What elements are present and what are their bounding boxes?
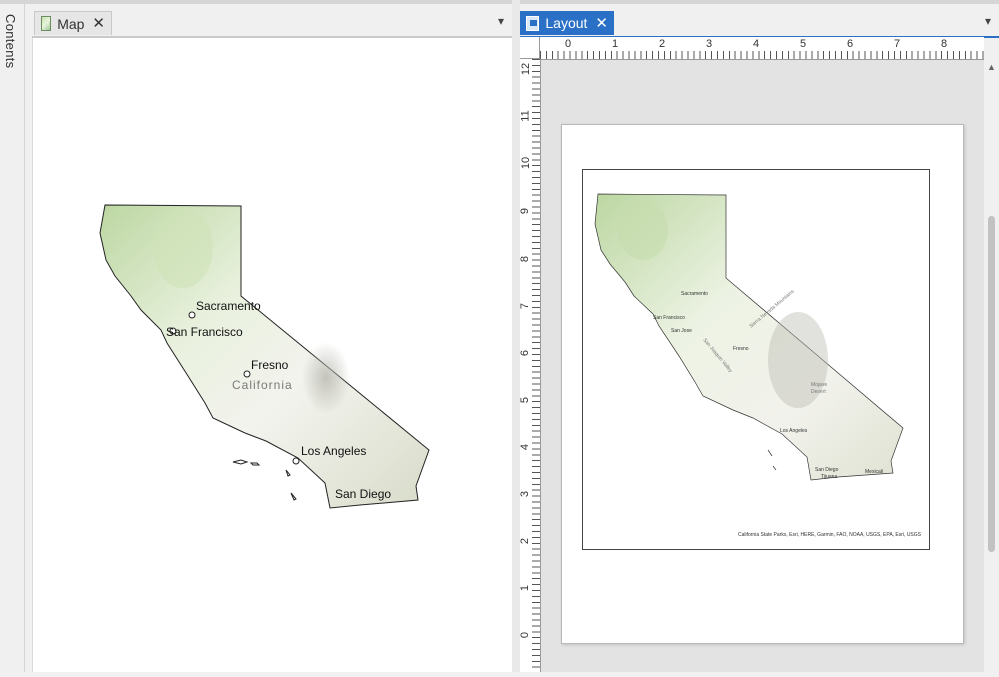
map-label: Sacramento bbox=[681, 291, 708, 297]
ruler-label: 8 bbox=[941, 38, 948, 50]
ruler-label: 5 bbox=[520, 396, 532, 404]
scrollbar-thumb[interactable] bbox=[988, 216, 995, 552]
layout-canvas[interactable]: Sacramento San Francisco San Jose Fresno… bbox=[541, 60, 985, 672]
ruler-label: 3 bbox=[706, 38, 713, 50]
tab-layout-label: Layout bbox=[545, 15, 588, 31]
ruler-label: 3 bbox=[520, 490, 532, 498]
ruler-label: 2 bbox=[520, 537, 532, 545]
ruler-label: 7 bbox=[520, 302, 532, 310]
pane-splitter[interactable] bbox=[512, 0, 520, 672]
map-label: San Diego bbox=[815, 467, 839, 473]
horizontal-ruler[interactable]: 0 1 2 3 4 5 6 7 8 bbox=[540, 37, 984, 60]
ruler-label: 5 bbox=[800, 38, 807, 50]
attribution-text: California State Parks, Esri, HERE, Garm… bbox=[737, 532, 921, 538]
title-bar-strip bbox=[0, 0, 999, 4]
contents-pane-collapsed[interactable]: Contents bbox=[0, 4, 25, 672]
chevron-down-icon[interactable]: ▾ bbox=[985, 14, 991, 28]
ruler-corner bbox=[520, 37, 540, 59]
city-label: Los Angeles bbox=[301, 444, 366, 458]
close-icon[interactable]: ✕ bbox=[92, 16, 105, 31]
ruler-label: 6 bbox=[520, 349, 532, 357]
ruler-label: 4 bbox=[520, 443, 532, 451]
map-label: San Jose bbox=[671, 328, 692, 334]
ruler-label: 4 bbox=[753, 38, 760, 50]
tab-map[interactable]: Map ✕ bbox=[34, 11, 112, 35]
ruler-label: 12 bbox=[520, 62, 533, 76]
ruler-label: 9 bbox=[520, 207, 532, 215]
tab-layout[interactable]: Layout ✕ bbox=[520, 11, 614, 35]
layout-page[interactable]: Sacramento San Francisco San Jose Fresno… bbox=[561, 124, 964, 644]
ruler-label: 11 bbox=[520, 110, 532, 122]
ruler-label: 10 bbox=[520, 156, 533, 170]
state-label: California bbox=[232, 378, 293, 392]
contents-label[interactable]: Contents bbox=[3, 14, 18, 68]
city-label: San Francisco bbox=[166, 325, 243, 339]
ruler-label: 2 bbox=[659, 38, 666, 50]
ruler-label: 0 bbox=[520, 631, 532, 639]
tab-map-label: Map bbox=[57, 15, 85, 32]
city-label: Fresno bbox=[251, 358, 289, 372]
ruler-label: 8 bbox=[520, 255, 532, 263]
chevron-down-icon[interactable]: ▾ bbox=[498, 14, 504, 28]
ruler-label: 7 bbox=[894, 38, 901, 50]
map-label: Tijuana bbox=[821, 474, 837, 480]
california-map: Sacramento San Francisco Fresno Californ… bbox=[99, 204, 430, 509]
vertical-scrollbar[interactable]: ▲ bbox=[984, 60, 999, 672]
close-icon[interactable]: ✕ bbox=[595, 16, 608, 31]
city-label: San Diego bbox=[335, 487, 391, 501]
layout-icon bbox=[526, 15, 540, 31]
ruler-label: 6 bbox=[847, 38, 854, 50]
ruler-label: 1 bbox=[612, 38, 619, 50]
city-label: Sacramento bbox=[196, 299, 261, 313]
map-view-canvas[interactable]: Sacramento San Francisco Fresno Californ… bbox=[32, 38, 513, 672]
california-shape bbox=[99, 204, 430, 509]
map-label: Desert bbox=[811, 389, 826, 395]
ruler-label: 0 bbox=[565, 38, 572, 50]
map-icon bbox=[41, 16, 52, 31]
scroll-up-icon[interactable]: ▲ bbox=[987, 62, 996, 72]
vertical-ruler[interactable]: 12 11 10 9 8 7 6 5 4 3 2 1 0 bbox=[520, 59, 541, 672]
map-label: Mojave bbox=[811, 382, 827, 388]
layout-map: Sacramento San Francisco San Jose Fresno… bbox=[594, 193, 904, 481]
map-label: San Francisco bbox=[653, 315, 685, 321]
ruler-label: 1 bbox=[520, 584, 532, 592]
map-label: Mexicali bbox=[865, 469, 883, 475]
map-frame[interactable]: Sacramento San Francisco San Jose Fresno… bbox=[582, 169, 930, 550]
map-label: Fresno bbox=[733, 346, 749, 352]
map-label: Los Angeles bbox=[780, 428, 808, 434]
